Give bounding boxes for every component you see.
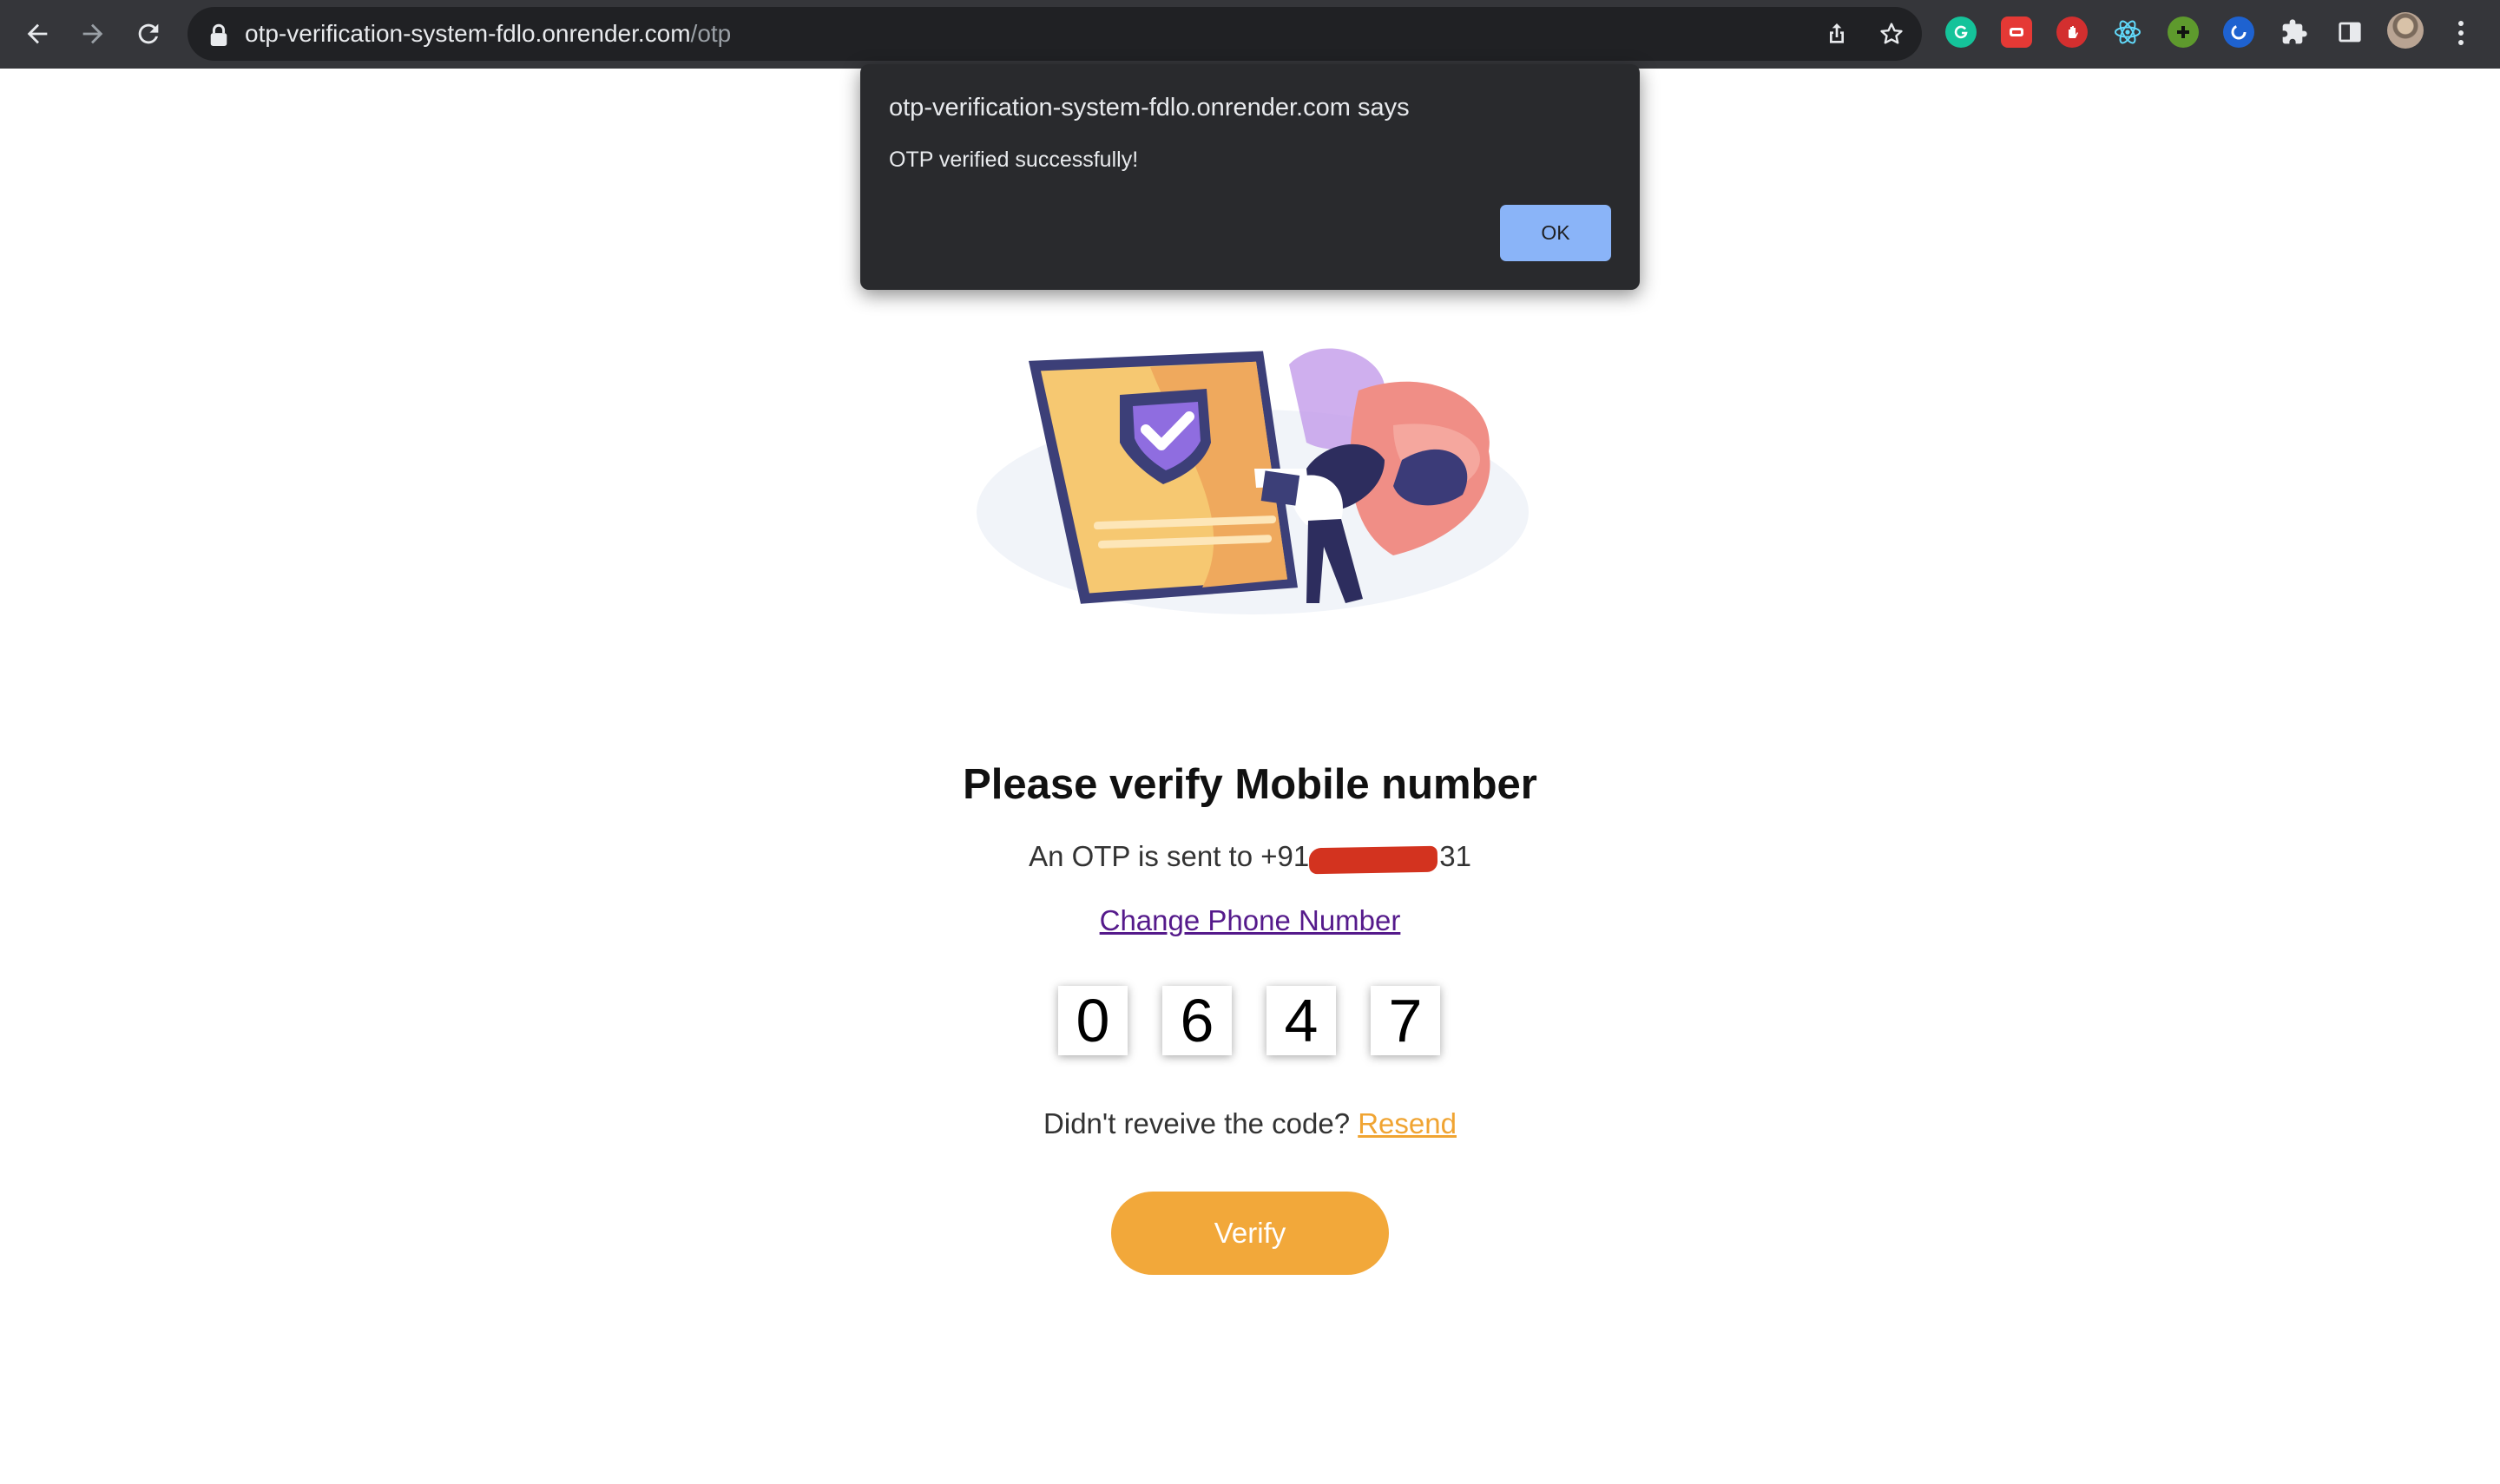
otp-digit-input[interactable]: 4 bbox=[1266, 986, 1336, 1055]
verify-button[interactable]: Verify bbox=[1111, 1192, 1389, 1275]
otp-digit-input[interactable]: 7 bbox=[1371, 986, 1440, 1055]
blue-circle-icon[interactable] bbox=[2223, 16, 2254, 48]
lock-icon[interactable] bbox=[208, 23, 229, 46]
grammarly-icon[interactable] bbox=[1945, 16, 1977, 48]
otp-digit-input[interactable]: 6 bbox=[1162, 986, 1232, 1055]
alert-dialog: otp-verification-system-fdlo.onrender.co… bbox=[860, 64, 1640, 290]
resend-row: Didn't reveive the code? Resend bbox=[0, 1107, 2500, 1140]
reload-button[interactable] bbox=[128, 14, 168, 54]
url-path: /otp bbox=[690, 20, 732, 47]
otp-sent-suffix: 31 bbox=[1439, 840, 1471, 872]
otp-sent-prefix: An OTP is sent to +91 bbox=[1029, 840, 1310, 872]
back-button[interactable] bbox=[17, 14, 57, 54]
change-phone-link[interactable]: Change Phone Number bbox=[1100, 904, 1401, 936]
forward-arrow-icon bbox=[82, 23, 103, 44]
url-host: otp-verification-system-fdlo.onrender.co… bbox=[245, 20, 691, 47]
otp-sent-text: An OTP is sent to +91 31 bbox=[0, 840, 2500, 873]
dialog-title: otp-verification-system-fdlo.onrender.co… bbox=[889, 94, 1410, 121]
dialog-message: OTP verified successfully! bbox=[889, 148, 1139, 172]
address-bar[interactable]: otp-verification-system-fdlo.onrender.co… bbox=[188, 7, 1922, 61]
profile-avatar[interactable] bbox=[2387, 12, 2424, 49]
resend-link[interactable]: Resend bbox=[1358, 1107, 1457, 1139]
redaction-mark bbox=[1308, 845, 1438, 875]
side-panel-icon[interactable] bbox=[2334, 16, 2365, 48]
otp-input-group: 0 6 4 7 bbox=[1058, 986, 1440, 1055]
browser-toolbar: otp-verification-system-fdlo.onrender.co… bbox=[0, 0, 2500, 69]
puzzle-icon[interactable] bbox=[2279, 16, 2310, 48]
react-devtools-icon[interactable] bbox=[2112, 16, 2143, 48]
share-icon[interactable] bbox=[1823, 20, 1851, 48]
forward-button[interactable] bbox=[73, 14, 113, 54]
resend-prompt: Didn't reveive the code? bbox=[1043, 1107, 1351, 1139]
green-plus-icon[interactable] bbox=[2168, 16, 2199, 48]
verification-illustration bbox=[977, 348, 1529, 614]
stop-hand-icon[interactable] bbox=[2056, 16, 2088, 48]
more-menu-icon[interactable] bbox=[2450, 16, 2472, 50]
reload-icon bbox=[138, 23, 159, 44]
ok-button[interactable]: OK bbox=[1500, 205, 1611, 261]
url-text[interactable]: otp-verification-system-fdlo.onrender.co… bbox=[245, 21, 731, 47]
red-extension-icon[interactable] bbox=[2001, 16, 2032, 48]
back-arrow-icon bbox=[27, 23, 48, 44]
change-phone-wrapper: Change Phone Number bbox=[0, 904, 2500, 937]
star-icon[interactable] bbox=[1878, 20, 1905, 48]
page-title: Please verify Mobile number bbox=[963, 761, 1537, 808]
otp-digit-input[interactable]: 0 bbox=[1058, 986, 1128, 1055]
